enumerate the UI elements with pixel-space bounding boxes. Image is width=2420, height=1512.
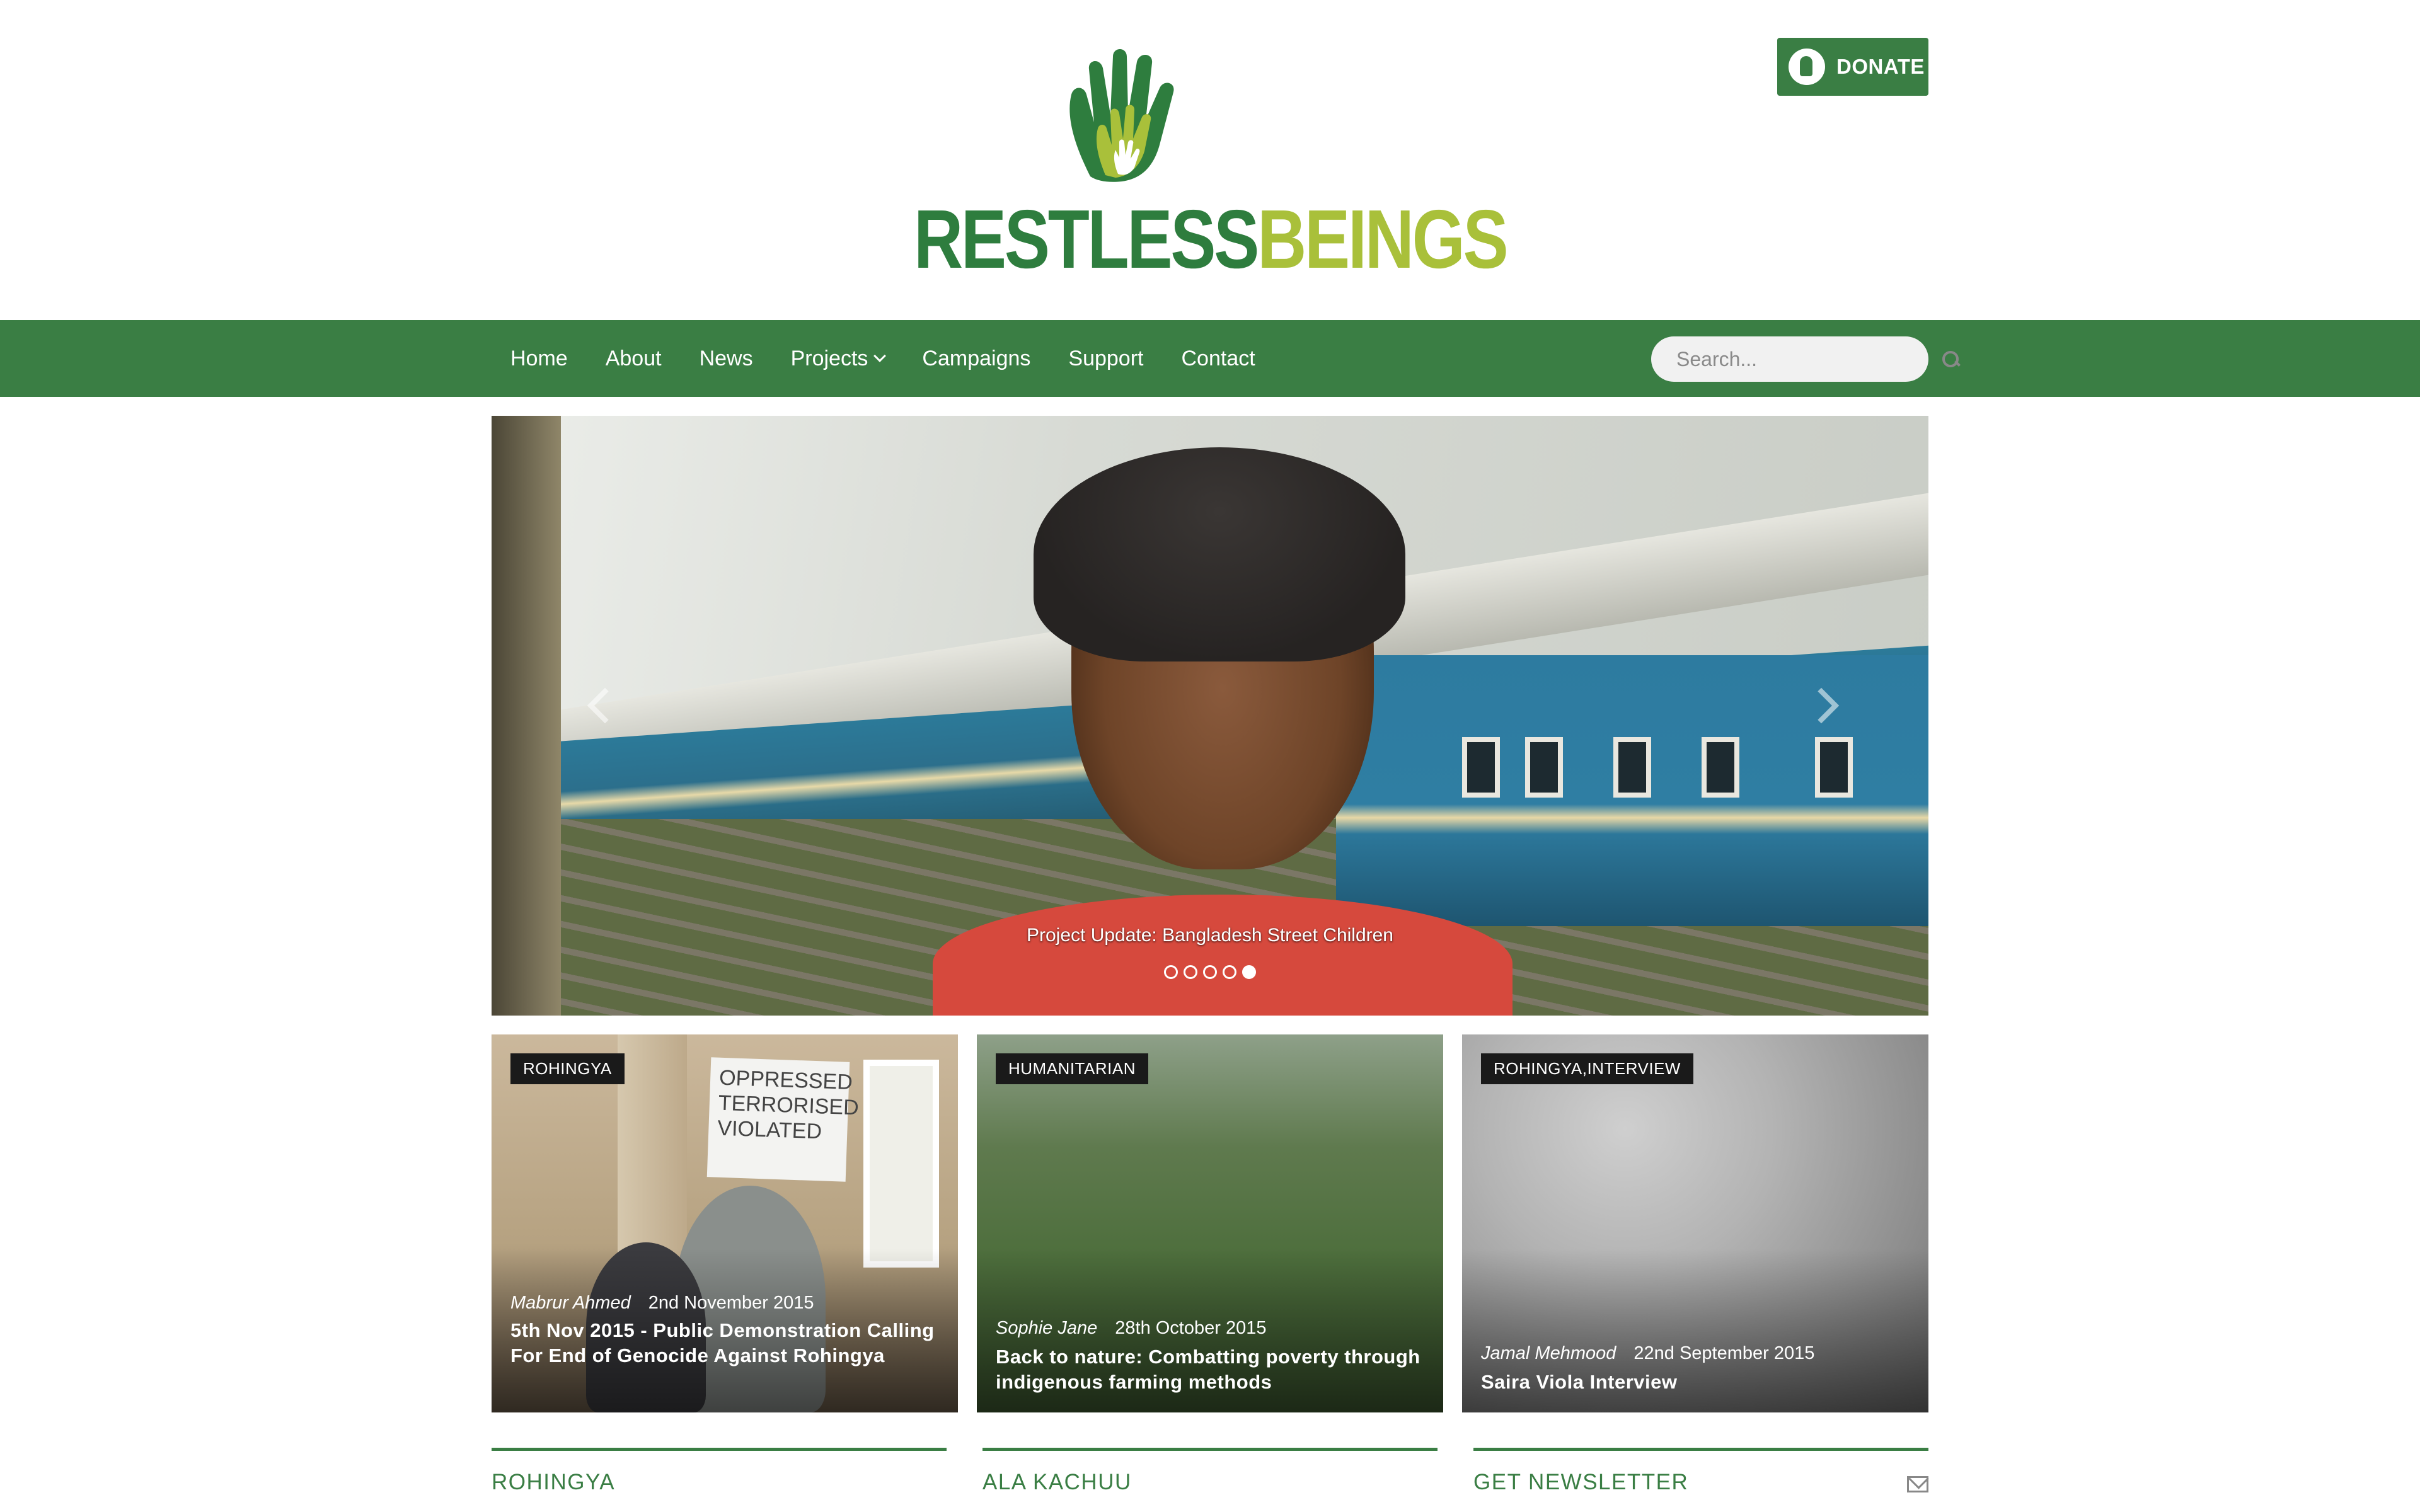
featured-posts: OPPRESSED TERRORISED VIOLATED ROHINGYA M… <box>492 1034 1928 1412</box>
nav-item-label: About <box>605 346 662 370</box>
section-title: GET NEWSLETTER <box>1473 1470 1689 1494</box>
site-logo[interactable]: RESTLESSBEINGS <box>908 44 1509 285</box>
nav-item-label: Contact <box>1181 346 1255 370</box>
slider-dot[interactable] <box>1223 965 1236 979</box>
post-date: 28th October 2015 <box>1115 1318 1267 1338</box>
search-input[interactable] <box>1676 347 1941 371</box>
slider-dot[interactable] <box>1164 965 1178 979</box>
nav-item-label: Projects <box>790 346 868 370</box>
post-date: 22nd September 2015 <box>1634 1343 1815 1363</box>
post-title[interactable]: Saira Viola Interview <box>1481 1370 1910 1395</box>
logo-word-beings: BEINGS <box>1257 193 1509 285</box>
logo-word-restless: RESTLESS <box>914 193 1259 285</box>
protest-sign-line: VIOLATED <box>717 1116 822 1144</box>
nav-item-label: Support <box>1068 346 1144 370</box>
nav-item-campaigns[interactable]: Campaigns <box>903 346 1049 371</box>
train-window <box>1525 737 1563 798</box>
site-header: RESTLESSBEINGS DONATE <box>0 0 2420 320</box>
section-newsletter: GET NEWSLETTER <box>1473 1448 1928 1512</box>
section-title: ALA KACHUU <box>982 1470 1132 1494</box>
post-meta: Mabrur Ahmed 2nd November 2015 <box>510 1293 814 1314</box>
train-window <box>1462 737 1500 798</box>
nav-item-contact[interactable]: Contact <box>1163 346 1274 371</box>
section-rohingya: ROHINGYA <box>492 1448 947 1512</box>
nav-item-label: News <box>699 346 753 370</box>
category-tag[interactable]: ROHINGYA <box>510 1053 625 1084</box>
nav-item-about[interactable]: About <box>587 346 681 371</box>
nav-menu: Home About News Projects Campaigns Suppo… <box>492 320 1274 397</box>
slider-dot[interactable] <box>1184 965 1197 979</box>
hand-logo-icon <box>1069 49 1174 182</box>
section-ala-kachuu: ALA KACHUU <box>982 1448 1438 1512</box>
donate-button[interactable]: DONATE <box>1777 38 1928 96</box>
protest-sign-line: OPPRESSED <box>718 1065 853 1095</box>
post-card[interactable]: ROHINGYA,INTERVIEW Jamal Mehmood 22nd Sep… <box>1462 1034 1928 1412</box>
category-tag[interactable]: ROHINGYA,INTERVIEW <box>1481 1053 1693 1084</box>
post-author[interactable]: Sophie Jane <box>996 1318 1097 1338</box>
section-title: ROHINGYA <box>492 1470 616 1494</box>
post-title[interactable]: 5th Nov 2015 - Public Demonstration Call… <box>510 1318 939 1368</box>
chevron-down-icon <box>873 350 887 362</box>
hero-image-hair <box>1034 447 1405 662</box>
hero-image-train-near <box>1336 655 1928 926</box>
post-meta: Jamal Mehmood 22nd September 2015 <box>1481 1343 1814 1364</box>
nav-item-projects[interactable]: Projects <box>772 346 904 371</box>
globe-person-icon <box>1789 49 1825 85</box>
section-headers: ROHINGYA ALA KACHUU GET NEWSLETTER <box>492 1448 1928 1512</box>
train-window <box>1613 737 1651 798</box>
nav-item-news[interactable]: News <box>681 346 772 371</box>
post-author[interactable]: Jamal Mehmood <box>1481 1343 1616 1363</box>
protest-sign: OPPRESSED TERRORISED VIOLATED <box>706 1057 860 1182</box>
slider-pagination <box>492 965 1928 979</box>
envelope-icon <box>1907 1476 1928 1492</box>
hero-caption[interactable]: Project Update: Bangladesh Street Childr… <box>492 925 1928 946</box>
post-card[interactable]: OPPRESSED TERRORISED VIOLATED ROHINGYA M… <box>492 1034 958 1412</box>
post-author[interactable]: Mabrur Ahmed <box>510 1293 631 1313</box>
search-box <box>1651 336 1959 382</box>
image-window <box>863 1060 939 1268</box>
post-card[interactable]: HUMANITARIAN Sophie Jane 28th October 201… <box>977 1034 1443 1412</box>
post-date: 2nd November 2015 <box>648 1293 814 1313</box>
train-window <box>1815 737 1853 798</box>
nav-item-support[interactable]: Support <box>1049 346 1162 371</box>
nav-item-label: Home <box>510 346 568 370</box>
hero-slider[interactable]: Project Update: Bangladesh Street Childr… <box>492 416 1928 1016</box>
post-title[interactable]: Back to nature: Combatting poverty throu… <box>996 1344 1424 1395</box>
logo-wordmark: RESTLESSBEINGS <box>914 193 1509 285</box>
nav-item-home[interactable]: Home <box>492 346 587 371</box>
slider-dot[interactable] <box>1203 965 1217 979</box>
nav-item-label: Campaigns <box>922 346 1031 370</box>
donate-label: DONATE <box>1836 55 1925 78</box>
main-nav: Home About News Projects Campaigns Suppo… <box>0 320 2420 397</box>
protest-sign-line: TERRORISED <box>718 1091 860 1120</box>
slider-dot-active[interactable] <box>1242 965 1256 979</box>
category-tag[interactable]: HUMANITARIAN <box>996 1053 1148 1084</box>
post-meta: Sophie Jane 28th October 2015 <box>996 1318 1266 1339</box>
train-window <box>1702 737 1739 798</box>
